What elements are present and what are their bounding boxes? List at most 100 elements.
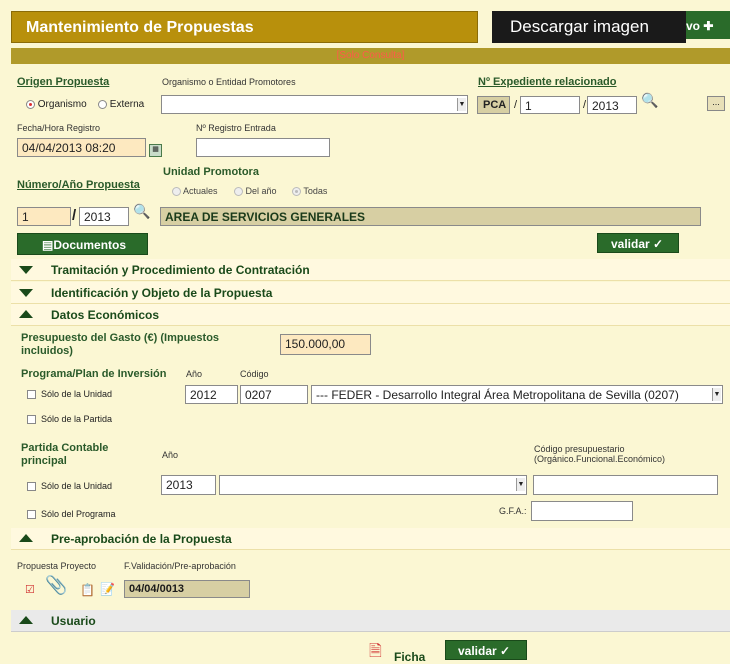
triangle-up-icon [19, 310, 33, 318]
fecha-registro-label: Fecha/Hora Registro [17, 123, 101, 133]
partida-select[interactable]: ▼ [219, 475, 527, 495]
solo-programa-label: Sólo del Programa [41, 509, 116, 519]
calendar-icon[interactable]: ▦ [149, 144, 162, 157]
fvalidacion-label: F.Validación/Pre-aprobación [124, 561, 236, 571]
radio-actuales-label: Actuales [183, 186, 218, 196]
organismo-label: Organismo o Entidad Promotores [162, 77, 296, 87]
more-button[interactable]: ... [707, 96, 725, 111]
slash: / [583, 99, 587, 111]
unidad-promotora-field: AREA DE SERVICIOS GENERALES [160, 207, 701, 226]
codigo-presupuestario-title: Código presupuestario [534, 444, 625, 454]
chevron-down-icon: ▼ [516, 478, 525, 491]
expediente-label: Nº Expediente relacionado [478, 76, 617, 88]
checkmark-box-icon[interactable]: ☑ [25, 583, 35, 596]
organismo-select[interactable]: ▼ [161, 95, 468, 114]
search-icon[interactable]: 🔍 [133, 203, 150, 220]
registro-entrada-label: Nº Registro Entrada [196, 123, 276, 133]
check-solo-unidad[interactable] [27, 390, 36, 400]
triangle-down-icon [19, 266, 33, 274]
solo-unidad-2-label: Sólo de la Unidad [41, 481, 113, 491]
codigo-presupuestario-label: Código presupuestario (Orgánico.Funciona… [534, 444, 665, 464]
check-solo-programa[interactable] [27, 510, 36, 520]
search-icon[interactable]: 🔍 [641, 92, 658, 109]
radio-actuales[interactable] [172, 187, 181, 197]
presupuesto-label: Presupuesto del Gasto (€) (Impuestos inc… [21, 332, 220, 357]
section-tramitacion[interactable]: Tramitación y Procedimiento de Contratac… [11, 259, 730, 281]
section-datos-economicos-label: Datos Económicos [51, 308, 160, 322]
solo-partida-label: Sólo de la Partida [41, 414, 113, 424]
validar-button-bottom[interactable]: validar ✓ [445, 640, 527, 660]
origen-label: Origen Propuesta [17, 76, 110, 88]
numero-propuesta-label: Número/Año Propuesta [17, 179, 140, 191]
propuesta-proyecto-label: Propuesta Proyecto [17, 561, 97, 571]
main-panel: Mantenimiento de Propuestas vo ✚ Descarg… [0, 0, 730, 664]
clipboard-icon[interactable]: 📋 [80, 583, 95, 597]
chevron-down-icon: ▼ [457, 98, 466, 111]
validar-button-top[interactable]: validar ✓ [597, 233, 679, 253]
document-icon: ▤ [42, 238, 54, 252]
documentos-label: Documentos [53, 238, 127, 252]
section-usuario[interactable]: Usuario [11, 610, 730, 632]
chevron-down-icon: ▼ [712, 388, 721, 401]
pdf-icon[interactable]: 🗎 [369, 640, 382, 664]
radio-del-anio[interactable] [234, 187, 243, 197]
check-solo-partida[interactable] [27, 415, 36, 425]
radio-todas[interactable] [292, 187, 301, 197]
consulta-banner-text: [Solo Consulta] [336, 50, 405, 61]
edit-document-icon[interactable]: 📝 [100, 582, 115, 596]
propuesta-anio[interactable]: 2013 [79, 207, 129, 226]
expediente-prefix: PCA [477, 96, 510, 114]
partida-anio-field[interactable]: 2013 [161, 475, 216, 495]
section-preaprobacion[interactable]: Pre-aprobación de la Propuesta [11, 528, 730, 550]
programa-select-value: --- FEDER - Desarrollo Integral Área Met… [316, 388, 679, 402]
expediente-numero[interactable]: 1 [520, 96, 580, 114]
radio-todas-label: Todas [303, 186, 328, 196]
section-datos-economicos[interactable]: Datos Económicos [11, 304, 730, 326]
page-title: Mantenimiento de Propuestas [26, 19, 254, 36]
fecha-registro-field[interactable]: 04/04/2013 08:20 [17, 138, 146, 157]
slash: / [72, 207, 77, 224]
section-usuario-label: Usuario [51, 614, 96, 628]
codigo-presupuestario-field[interactable] [533, 475, 718, 495]
expediente-anio[interactable]: 2013 [587, 96, 637, 114]
propuesta-numero[interactable]: 1 [17, 207, 71, 226]
programa-anio-field[interactable]: 2012 [185, 385, 238, 404]
fvalidacion-field: 04/04/0013 [124, 580, 250, 598]
gfa-label: G.F.A.: [499, 506, 527, 516]
paperclip-icon[interactable]: 📎 [45, 575, 67, 596]
section-tramitacion-label: Tramitación y Procedimiento de Contratac… [51, 263, 310, 277]
programa-label: Programa/Plan de Inversión [21, 368, 167, 380]
check-icon: ✓ [653, 237, 664, 251]
documentos-button[interactable]: ▤Documentos [17, 233, 148, 255]
solo-unidad-label: Sólo de la Unidad [41, 389, 113, 399]
section-identificacion[interactable]: Identificación y Objeto de la Propuesta [11, 282, 730, 304]
radio-organismo[interactable] [26, 99, 35, 109]
check-solo-unidad-2[interactable] [27, 482, 36, 492]
radio-externa[interactable] [98, 99, 107, 109]
nuevo-label: vo [686, 19, 701, 33]
gfa-field[interactable] [531, 501, 633, 521]
check-icon: ✓ [500, 644, 511, 658]
codigo-presupuestario-sub: (Orgánico.Funcional.Económico) [534, 454, 666, 464]
radio-organismo-label: Organismo [37, 99, 87, 110]
unidad-label: Unidad Promotora [163, 166, 259, 178]
programa-codigo-label: Código [240, 369, 269, 379]
registro-entrada-field[interactable] [196, 138, 330, 157]
radio-del-anio-label: Del año [245, 186, 277, 196]
triangle-up-icon [19, 534, 33, 542]
validar-label-bottom: validar [458, 644, 497, 658]
descargar-imagen-button[interactable]: Descargar imagen [492, 11, 686, 43]
programa-anio-label: Año [186, 369, 203, 379]
programa-codigo-field[interactable]: 0207 [240, 385, 308, 404]
presupuesto-field[interactable]: 150.000,00 [280, 334, 371, 355]
plus-icon: ✚ [703, 19, 714, 33]
ficha-label[interactable]: Ficha [394, 650, 425, 664]
validar-label: validar [611, 237, 650, 251]
programa-select[interactable]: --- FEDER - Desarrollo Integral Área Met… [311, 385, 723, 404]
consulta-banner: [Solo Consulta] [11, 48, 730, 64]
partida-label: Partida Contable principal [21, 442, 109, 467]
section-identificacion-label: Identificación y Objeto de la Propuesta [51, 286, 273, 300]
triangle-down-icon [19, 289, 33, 297]
radio-externa-label: Externa [109, 99, 145, 110]
section-preaprobacion-label: Pre-aprobación de la Propuesta [51, 532, 232, 546]
